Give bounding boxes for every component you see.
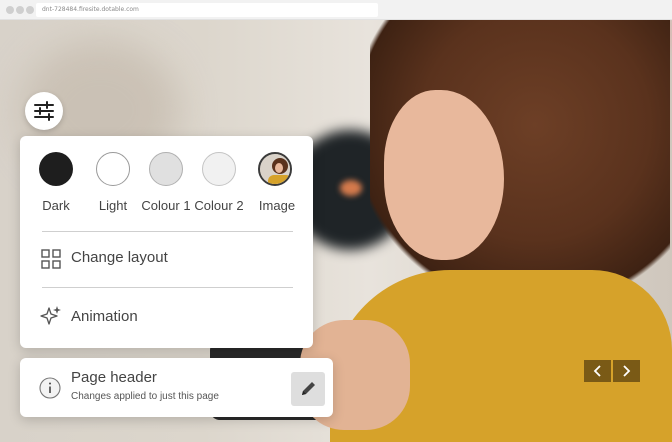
pencil-icon [302,382,315,395]
settings-toggle-button[interactable] [25,92,63,130]
slider-next-button[interactable] [613,360,640,382]
page-header-subtitle: Changes applied to just this page [71,391,219,402]
swatch-dark[interactable] [39,152,73,186]
slider-prev-button[interactable] [584,360,611,382]
edit-page-header-button[interactable] [291,372,325,406]
address-bar[interactable]: dnt-728484.firesite.dotable.com [36,3,378,17]
sliders-icon [34,101,54,121]
page-header-title: Page header [71,369,157,386]
background-light [340,180,362,196]
swatch-light[interactable] [96,152,130,186]
page-header-panel: Page header Changes applied to just this… [20,358,333,417]
sparkles-icon [40,305,62,327]
window-maximize-dot[interactable] [26,6,34,14]
swatch-label-image: Image [258,198,296,213]
window-close-dot[interactable] [6,6,14,14]
info-icon [39,377,61,399]
divider [42,231,293,232]
change-layout-button[interactable]: Change layout [71,249,168,266]
swatch-image[interactable] [258,152,292,186]
swatch-colour-1[interactable] [149,152,183,186]
image-thumbnail-icon [260,154,290,184]
layout-grid-icon [40,248,62,270]
window-minimize-dot[interactable] [16,6,24,14]
chevron-right-icon [623,365,631,377]
swatch-colour-2[interactable] [202,152,236,186]
slider-controls [584,360,640,382]
chevron-left-icon [593,365,601,377]
animation-button[interactable]: Animation [71,308,138,325]
background-settings-panel: Dark Light Colour 1 Colour 2 Image Chang… [20,136,313,348]
browser-chrome: dnt-728484.firesite.dotable.com [0,0,672,20]
divider [42,287,293,288]
